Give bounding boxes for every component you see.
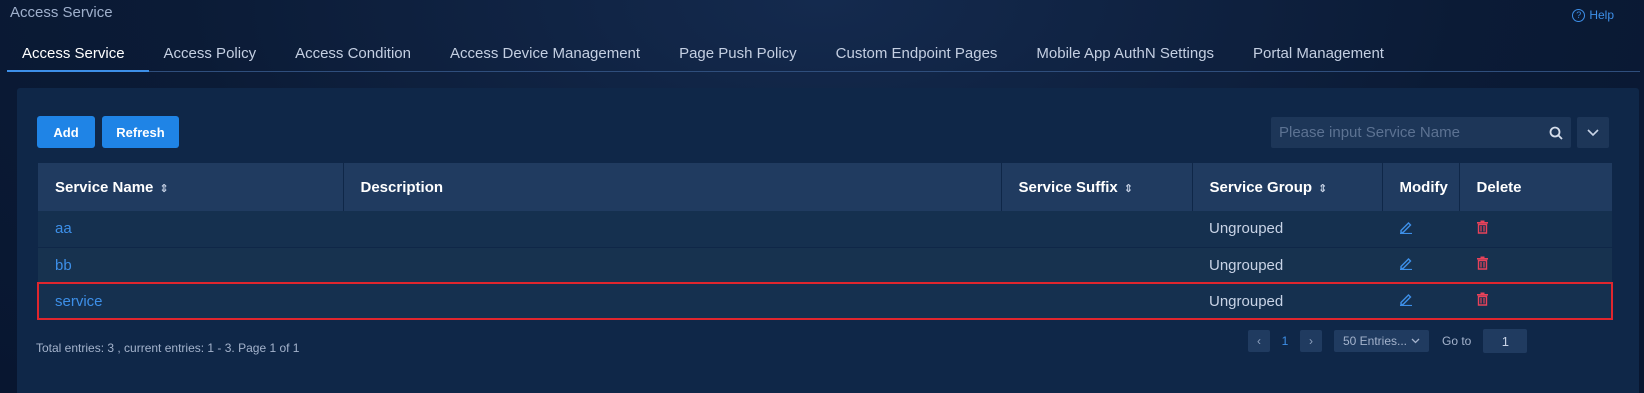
refresh-button[interactable]: Refresh bbox=[102, 116, 179, 148]
chevron-right-icon: › bbox=[1309, 334, 1313, 348]
column-header-modify: Modify bbox=[1382, 163, 1460, 211]
page-size-select[interactable]: 50 Entries... bbox=[1334, 330, 1429, 352]
description-cell bbox=[343, 247, 1001, 283]
column-header-delete: Delete bbox=[1476, 178, 1522, 196]
tab-mobile-app-authn-settings[interactable]: Mobile App AuthN Settings bbox=[1021, 42, 1238, 70]
description-cell bbox=[343, 283, 1001, 319]
tab-access-condition[interactable]: Access Condition bbox=[280, 42, 435, 70]
content-panel: Add Refresh Service Name⇕ Description Se… bbox=[17, 88, 1639, 393]
sort-icon[interactable]: ⇕ bbox=[159, 183, 168, 195]
service-group-cell: Ungrouped bbox=[1209, 220, 1284, 238]
pagination: ‹ 1 › 50 Entries... Go to bbox=[1248, 329, 1528, 353]
table-header-row: Service Name ⇕ Description Service Suffix… bbox=[38, 163, 1612, 211]
prev-page-button[interactable]: ‹ bbox=[1248, 330, 1270, 352]
chevron-down-icon bbox=[1411, 338, 1420, 344]
expand-filter-button[interactable] bbox=[1577, 117, 1609, 148]
edit-icon[interactable] bbox=[1399, 256, 1413, 270]
tab-portal-management[interactable]: Portal Management bbox=[1238, 42, 1408, 70]
edit-icon[interactable] bbox=[1399, 220, 1413, 234]
search-box bbox=[1271, 117, 1571, 148]
description-cell bbox=[343, 211, 1001, 247]
table-row: bb Ungrouped bbox=[38, 247, 1612, 283]
chevron-down-icon bbox=[1587, 128, 1599, 136]
service-group-cell: Ungrouped bbox=[1209, 256, 1284, 274]
column-header-service-suffix[interactable]: Service Suffix ⇕ bbox=[1001, 163, 1193, 211]
tab-bar: Access Service Access Policy Access Cond… bbox=[7, 42, 1640, 72]
search-input[interactable] bbox=[1271, 123, 1541, 142]
tab-page-push-policy[interactable]: Page Push Policy bbox=[664, 42, 821, 70]
page-size-value: 50 Entries... bbox=[1342, 334, 1408, 348]
service-suffix-cell bbox=[1001, 283, 1192, 319]
service-suffix-cell bbox=[1001, 247, 1192, 283]
page-number[interactable]: 1 bbox=[1270, 334, 1300, 348]
tab-access-device-management[interactable]: Access Device Management bbox=[435, 42, 664, 70]
sort-icon[interactable]: ⇕ bbox=[1318, 183, 1327, 195]
pagination-summary: Total entries: 3 , current entries: 1 - … bbox=[36, 341, 300, 355]
goto-page-input[interactable] bbox=[1483, 329, 1528, 353]
next-page-button[interactable]: › bbox=[1300, 330, 1322, 352]
sort-icon[interactable]: ⇕ bbox=[1124, 183, 1133, 195]
tab-access-policy[interactable]: Access Policy bbox=[149, 42, 281, 70]
service-name-link[interactable]: aa bbox=[38, 211, 343, 247]
column-header-description: Description bbox=[343, 163, 1002, 211]
column-header-service-name[interactable]: Service Name ⇕ bbox=[38, 163, 344, 211]
trash-icon[interactable] bbox=[1476, 292, 1489, 306]
help-icon: ? bbox=[1572, 8, 1586, 22]
trash-icon[interactable] bbox=[1476, 220, 1489, 234]
help-label: Help bbox=[1589, 8, 1614, 22]
goto-label: Go to bbox=[1442, 334, 1472, 348]
tab-custom-endpoint-pages[interactable]: Custom Endpoint Pages bbox=[821, 42, 1022, 70]
add-button[interactable]: Add bbox=[37, 116, 95, 148]
service-suffix-cell bbox=[1001, 211, 1192, 247]
tab-access-service[interactable]: Access Service bbox=[7, 42, 149, 72]
page-title: Access Service bbox=[10, 4, 113, 21]
service-name-link[interactable]: bb bbox=[38, 247, 343, 283]
chevron-left-icon: ‹ bbox=[1257, 334, 1261, 348]
search-icon[interactable] bbox=[1541, 126, 1571, 140]
service-name-link[interactable]: service bbox=[38, 283, 343, 319]
table-row: aa Ungrouped bbox=[38, 211, 1612, 247]
help-link[interactable]: ? Help bbox=[1572, 8, 1614, 22]
column-header-service-group[interactable]: Service Group ⇕ bbox=[1192, 163, 1383, 211]
table-row: service Ungrouped bbox=[37, 282, 1613, 320]
service-group-cell: Ungrouped bbox=[1209, 292, 1284, 310]
trash-icon[interactable] bbox=[1476, 256, 1489, 270]
edit-icon[interactable] bbox=[1399, 292, 1413, 306]
service-table: Service Name ⇕ Description Service Suffix… bbox=[37, 163, 1613, 320]
